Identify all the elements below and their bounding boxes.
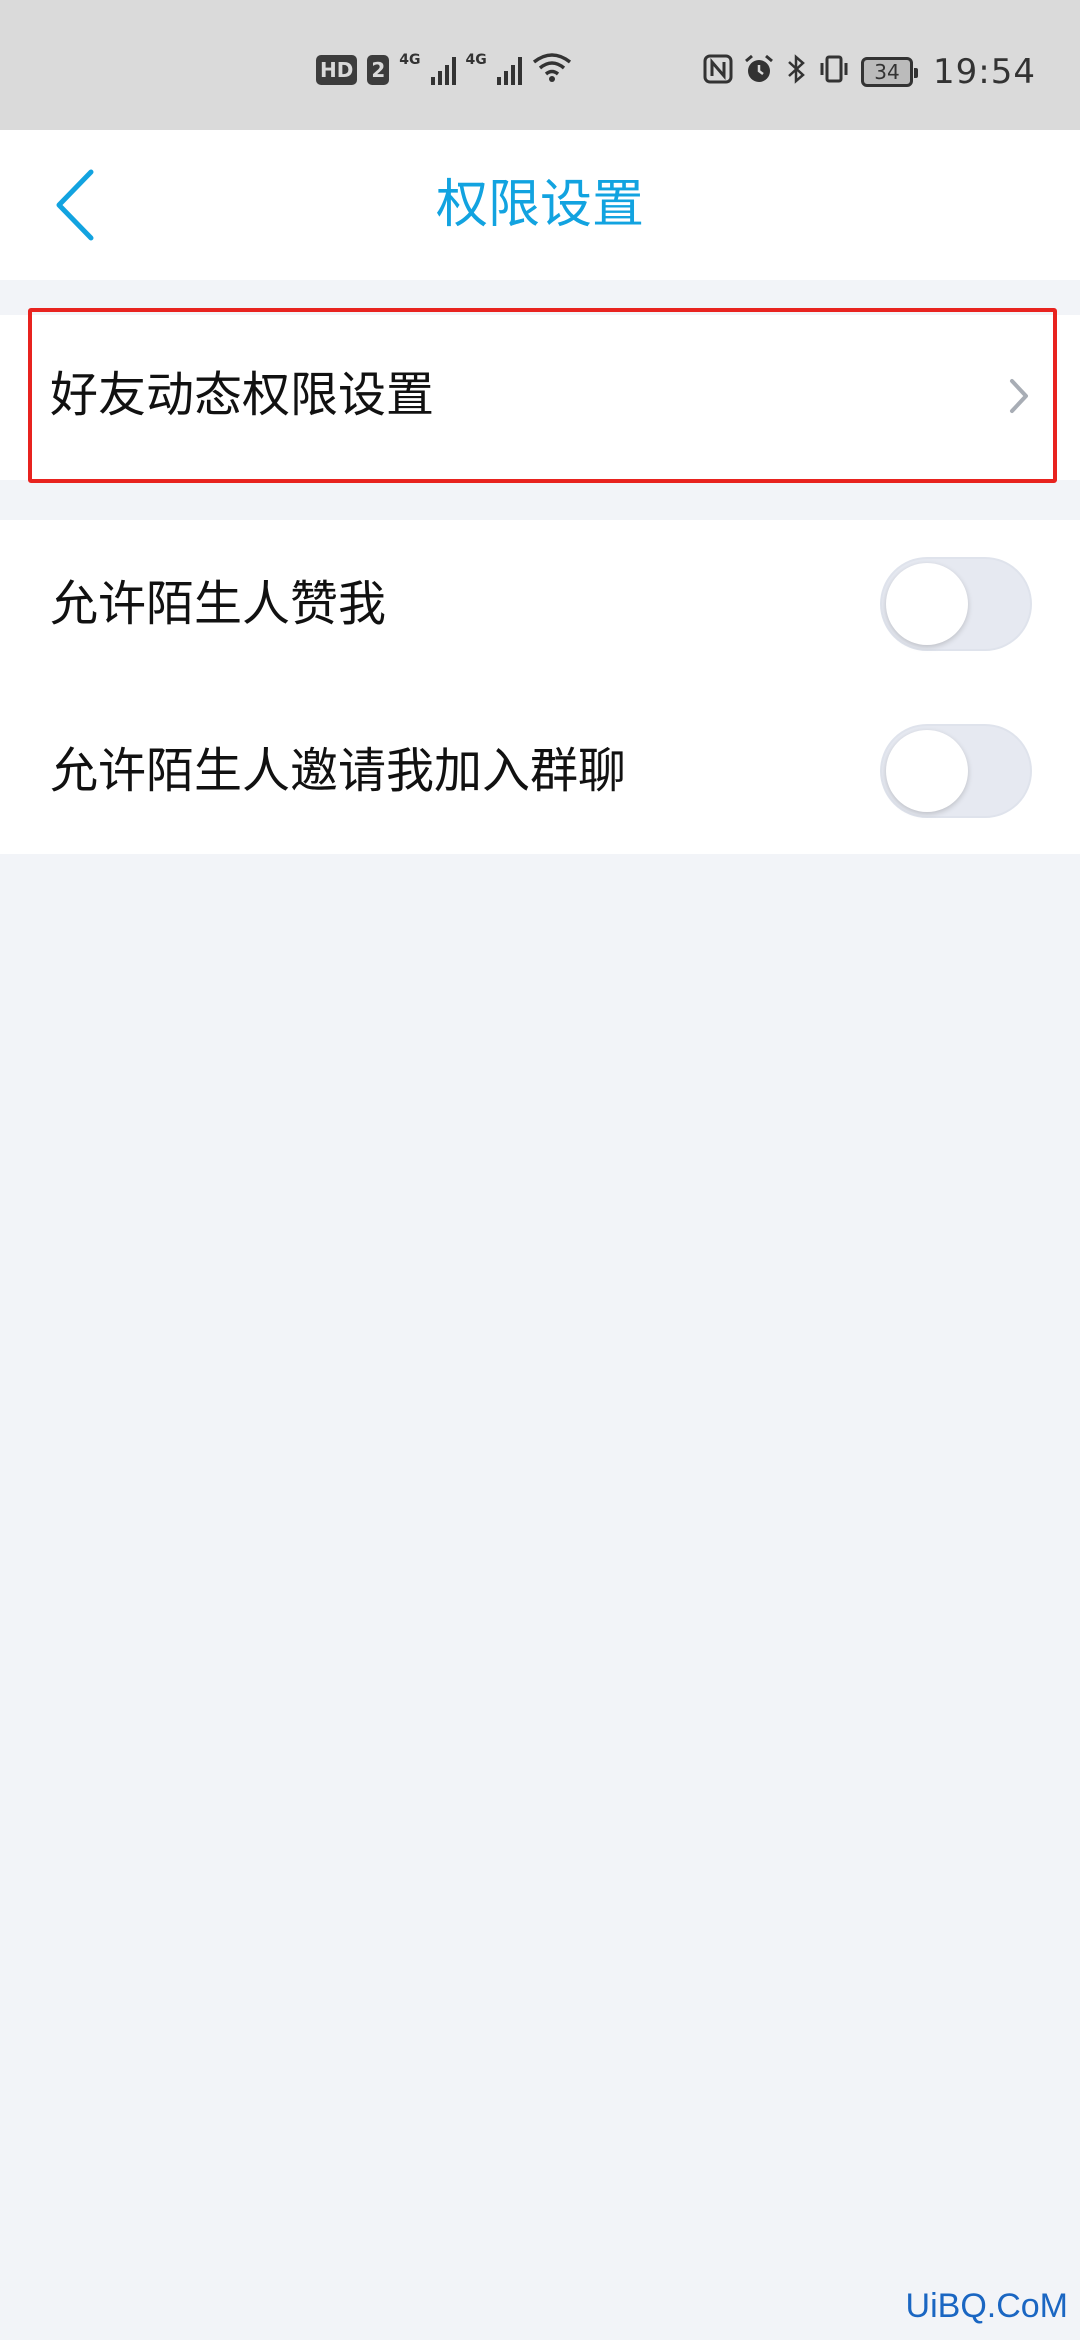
vibrate-icon <box>817 54 851 90</box>
allow-stranger-invite-label: 允许陌生人邀请我加入群聊 <box>50 743 627 799</box>
chevron-right-icon <box>1010 379 1028 413</box>
allow-stranger-like-toggle[interactable] <box>880 557 1032 651</box>
nfc-icon <box>703 54 733 90</box>
friend-feed-permission-label: 好友动态权限设置 <box>50 367 435 423</box>
battery-icon: 34 <box>861 57 919 87</box>
watermark: UiBQ.CoM <box>905 2287 1068 2325</box>
network-type-2: 4G <box>465 52 487 68</box>
toggle-knob <box>886 563 968 645</box>
permission-settings-screen: HD 2 4G 4G 34 19:54 权限设置 好友动态权限设置 允许陌生人赞… <box>0 0 1080 2340</box>
bluetooth-icon <box>785 54 807 90</box>
hd-icon: HD <box>316 55 358 85</box>
list-item: 允许陌生人邀请我加入群聊 <box>0 687 1080 854</box>
allow-stranger-like-label: 允许陌生人赞我 <box>50 576 387 632</box>
list-item: 允许陌生人赞我 <box>0 520 1080 687</box>
network-type-1: 4G <box>399 52 421 68</box>
sim-badge: 2 <box>367 55 390 85</box>
toggle-knob <box>886 730 968 812</box>
status-left-group: HD 2 4G 4G <box>316 52 572 88</box>
stranger-settings-group: 允许陌生人赞我 允许陌生人邀请我加入群聊 <box>0 520 1080 854</box>
page-title: 权限设置 <box>435 175 644 235</box>
status-bar: HD 2 4G 4G 34 19:54 <box>0 0 1080 130</box>
friend-feed-permission-row[interactable]: 好友动态权限设置 <box>0 315 1080 480</box>
allow-stranger-invite-toggle[interactable] <box>880 724 1032 818</box>
status-time: 19:54 <box>933 52 1036 92</box>
status-right-group: 34 19:54 <box>703 52 1036 92</box>
alarm-icon <box>743 54 775 90</box>
navigation-bar: 权限设置 <box>0 130 1080 280</box>
wifi-icon <box>532 52 572 88</box>
signal-icon <box>430 55 456 85</box>
signal-icon <box>496 55 522 85</box>
